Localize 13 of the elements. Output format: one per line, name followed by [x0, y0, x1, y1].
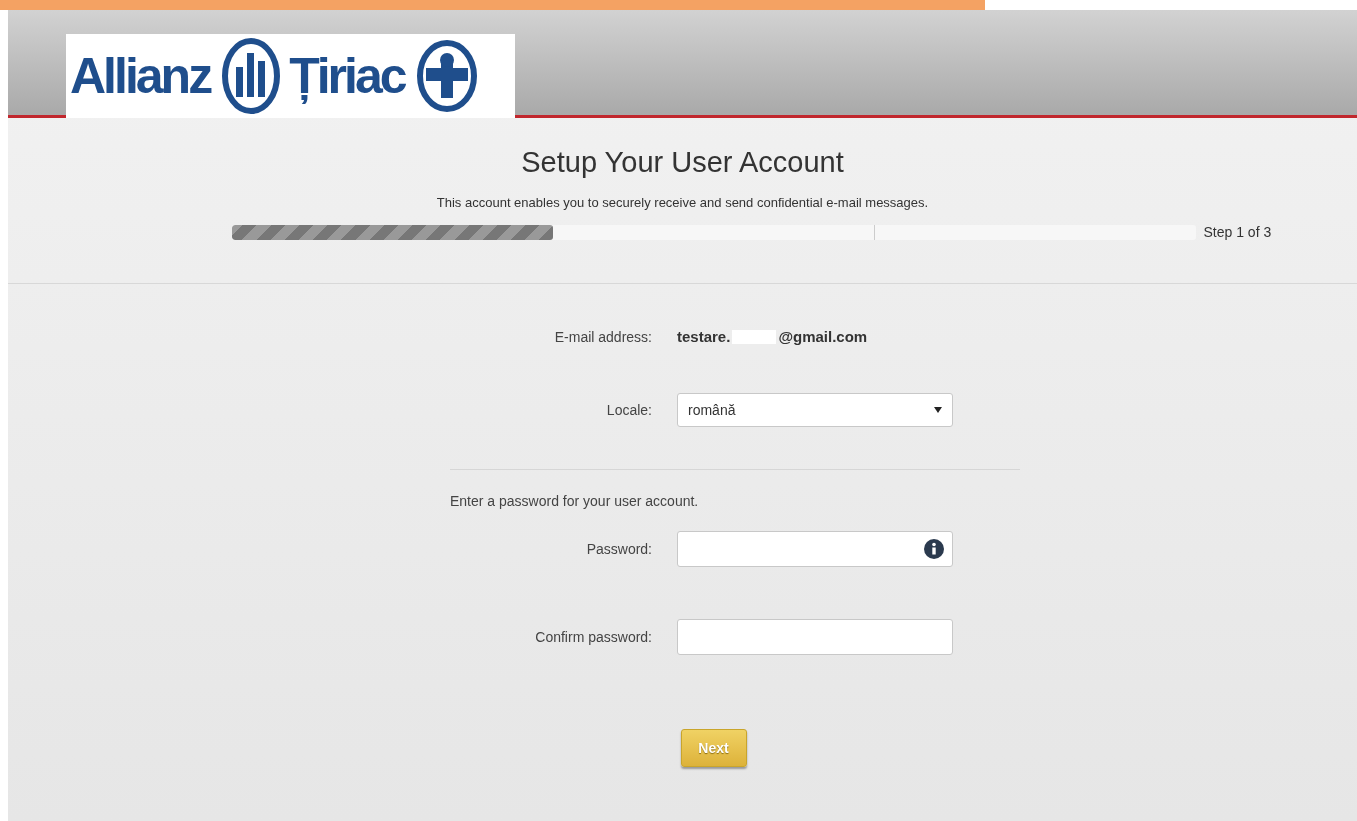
email-value: @gmail.com — [778, 328, 868, 345]
email-value: testare. — [677, 328, 731, 345]
page-subtitle: This account enables you to securely receive and send confidential e-mail messages. — [436, 195, 929, 210]
step-label: Step 1 of 3 — [1203, 224, 1273, 240]
field-label: Confirm password: — [534, 629, 652, 645]
field-label: E-mail address: — [553, 328, 652, 345]
password-instructions: Enter a password for your user account. — [450, 493, 700, 509]
field-label: Locale: — [605, 402, 652, 418]
logo-word: Allianz — [70, 47, 212, 105]
page-title: Setup Your User Account — [521, 146, 844, 179]
logo-word: Țiriac — [289, 47, 407, 105]
locale-dropdown[interactable]: română — [677, 393, 953, 427]
field-label: Password: — [585, 541, 652, 557]
